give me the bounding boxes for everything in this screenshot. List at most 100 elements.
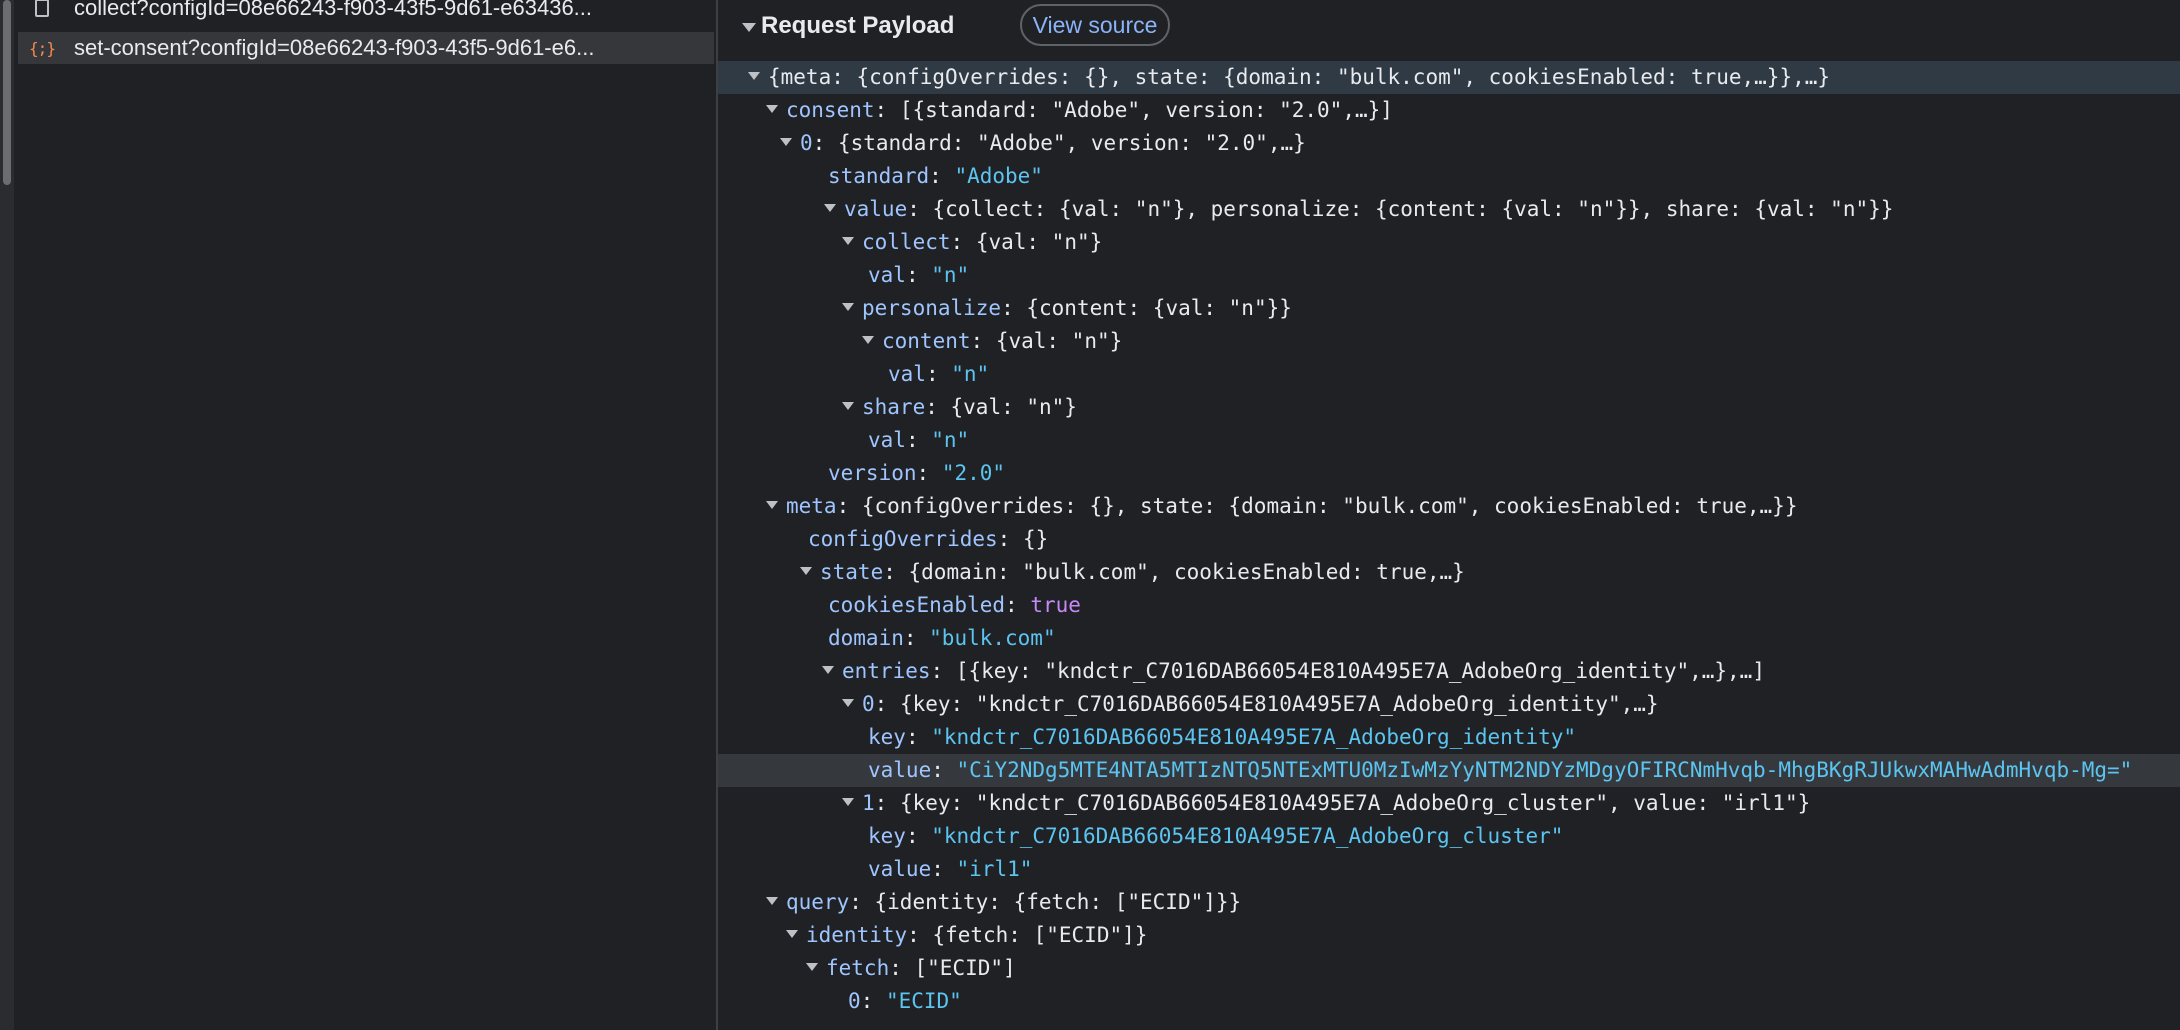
tree-node[interactable]: fetch: ["ECID"] [718,952,2180,985]
tree-summary: {domain: "bulk.com", cookiesEnabled: tru… [908,560,1465,584]
expand-triangle-icon[interactable] [842,699,854,707]
expand-triangle-icon[interactable] [800,567,812,575]
tree-summary: {fetch: ["ECID"]} [932,923,1148,947]
tree-summary: {content: {val: "n"}} [1026,296,1292,320]
tree-node[interactable]: val: "n" [718,259,2180,292]
tree-value: "2.0" [941,461,1006,485]
tree-node[interactable]: share: {val: "n"} [718,391,2180,424]
tree-node[interactable]: entries: [{key: "kndctr_C7016DAB66054E81… [718,655,2180,688]
tree-node[interactable]: collect: {val: "n"} [718,226,2180,259]
request-list-scrollbar[interactable] [0,0,14,1030]
tree-key: 0 [862,692,875,716]
tree-key: content [882,329,971,353]
tree-node[interactable]: consent: [{standard: "Adobe", version: "… [718,94,2180,127]
expand-triangle-icon[interactable] [766,105,778,113]
tree-node[interactable]: domain: "bulk.com" [718,622,2180,655]
tree-key: fetch [826,956,890,980]
tree-node[interactable]: key: "kndctr_C7016DAB66054E810A495E7A_Ad… [718,721,2180,754]
tree-value: "CiY2NDg5MTE4NTA5MTIzNTQ5NTExMTU0MzIwMzY… [956,758,2133,782]
tree-key: 0 [848,989,861,1013]
tree-key: value [868,758,932,782]
tree-summary: {key: "kndctr_C7016DAB66054E810A495E7A_A… [899,791,1811,815]
tree-key: cookiesEnabled [828,593,1006,617]
request-name: collect?configId=08e66243-f903-43f5-9d61… [74,0,593,20]
expand-triangle-icon[interactable] [842,237,854,245]
tree-node[interactable]: state: {domain: "bulk.com", cookiesEnabl… [718,556,2180,589]
tree-node[interactable]: personalize: {content: {val: "n"}} [718,292,2180,325]
tree-summary: {configOverrides: {}, state: {domain: "b… [861,494,1798,518]
tree-key: version [828,461,917,485]
expand-triangle-icon[interactable] [842,402,854,410]
expand-triangle-icon[interactable] [842,798,854,806]
tree-summary: {} [1022,527,1049,551]
expand-triangle-icon[interactable] [766,897,778,905]
expand-triangle-icon[interactable] [824,204,836,212]
expand-triangle-icon[interactable] [842,303,854,311]
tree-node[interactable]: 0: {standard: "Adobe", version: "2.0",…} [718,127,2180,160]
tree-summary: ["ECID"] [914,956,1016,980]
tree-node[interactable]: value: "CiY2NDg5MTE4NTA5MTIzNTQ5NTExMTU0… [718,754,2180,787]
tree-node[interactable]: cookiesEnabled: true [718,589,2180,622]
tree-summary: [{key: "kndctr_C7016DAB66054E810A495E7A_… [955,659,1765,683]
tree-value: "irl1" [956,857,1033,881]
expand-triangle-icon[interactable] [806,963,818,971]
tree-node[interactable]: value: {collect: {val: "n"}, personalize… [718,193,2180,226]
tree-node[interactable]: 0: {key: "kndctr_C7016DAB66054E810A495E7… [718,688,2180,721]
tree-node[interactable]: 1: {key: "kndctr_C7016DAB66054E810A495E7… [718,787,2180,820]
document-icon [28,0,56,17]
tree-key: 0 [800,131,813,155]
tree-node[interactable]: query: {identity: {fetch: ["ECID"]}} [718,886,2180,919]
expand-triangle-icon[interactable] [766,501,778,509]
tree-key: value [844,197,908,221]
expand-triangle-icon[interactable] [862,336,874,344]
tree-key: identity [806,923,908,947]
tree-node[interactable]: version: "2.0" [718,457,2180,490]
tree-summary: {val: "n"} [995,329,1123,353]
collapse-triangle-icon[interactable] [742,23,756,32]
scrollbar-thumb[interactable] [3,0,11,185]
tree-key: meta [786,494,837,518]
tree-node[interactable]: value: "irl1" [718,853,2180,886]
tree-value: "kndctr_C7016DAB66054E810A495E7A_AdobeOr… [931,725,1577,749]
tree-node[interactable]: identity: {fetch: ["ECID"]} [718,919,2180,952]
tree-summary: {val: "n"} [950,395,1077,419]
tree-key: consent [786,98,875,122]
tree-node[interactable]: val: "n" [718,358,2180,391]
tree-summary: {val: "n"} [975,230,1103,254]
tree-node[interactable]: content: {val: "n"} [718,325,2180,358]
tree-key: key [868,725,906,749]
json-braces-icon: {;} [29,38,56,58]
expand-triangle-icon[interactable] [822,666,834,674]
tree-value: true [1030,593,1081,617]
tree-key: standard [828,164,930,188]
request-row-set-consent[interactable]: {;} set-consent?configId=08e66243-f903-4… [18,32,714,64]
tree-node[interactable]: key: "kndctr_C7016DAB66054E810A495E7A_Ad… [718,820,2180,853]
request-name: set-consent?configId=08e66243-f903-43f5-… [74,35,595,60]
view-source-button[interactable]: View source [1020,4,1170,46]
tree-value: "kndctr_C7016DAB66054E810A495E7A_AdobeOr… [931,824,1564,848]
expand-triangle-icon[interactable] [786,930,798,938]
tree-node[interactable]: val: "n" [718,424,2180,457]
tree-summary: {key: "kndctr_C7016DAB66054E810A495E7A_A… [899,692,1659,716]
payload-section-header[interactable]: Request Payload View source [718,0,2180,56]
tree-value: "n" [931,428,970,452]
tree-key: val [868,428,906,452]
tree-node[interactable]: {meta: {configOverrides: {}, state: {dom… [718,61,2180,94]
payload-section-title: Request Payload [761,12,955,39]
tree-value: "n" [931,263,970,287]
tree-node[interactable]: configOverrides: {} [718,523,2180,556]
tree-key: personalize [862,296,1002,320]
tree-key: entries [842,659,931,683]
tree-summary: {collect: {val: "n"}, personalize: {cont… [932,197,1894,221]
expand-triangle-icon[interactable] [780,138,792,146]
tree-key: query [786,890,850,914]
expand-triangle-icon[interactable] [748,72,760,80]
tree-node[interactable]: 0: "ECID" [718,985,2180,1018]
request-row-collect[interactable]: collect?configId=08e66243-f903-43f5-9d61… [18,0,714,24]
tree-summary: {meta: {configOverrides: {}, state: {dom… [768,65,1831,89]
tree-node[interactable]: standard: "Adobe" [718,160,2180,193]
tree-node[interactable]: meta: {configOverrides: {}, state: {doma… [718,490,2180,523]
tree-key: state [820,560,884,584]
tree-key: value [868,857,932,881]
tree-key: configOverrides [808,527,998,551]
